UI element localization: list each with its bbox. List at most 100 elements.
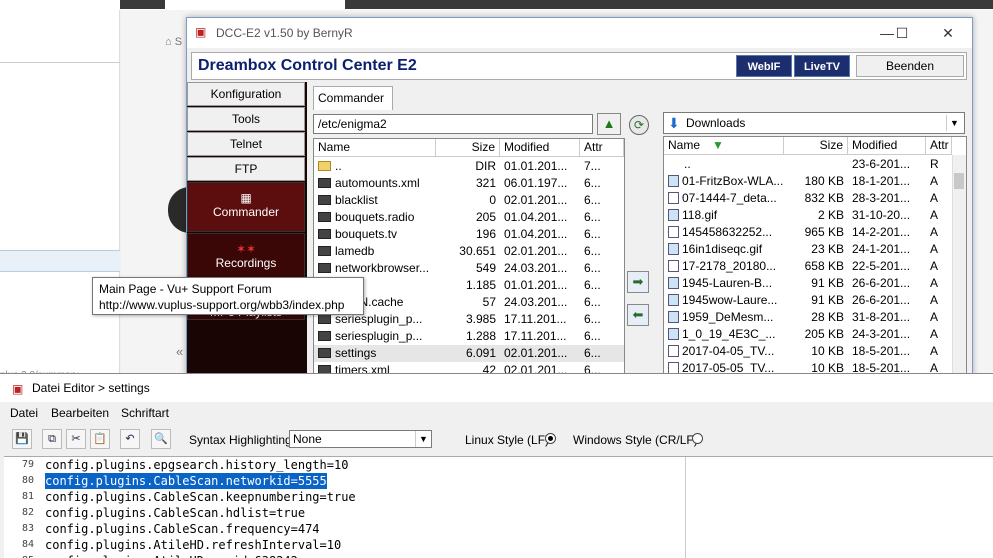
copy-left-button[interactable]: ⬅ (627, 304, 649, 326)
table-row[interactable]: 1_0_19_4E3C_... 205 KB 24-3-201... A (664, 326, 952, 343)
code-line[interactable]: 80 config.plugins.CableScan.networkid=555… (4, 473, 684, 489)
file-modified: 06.01.197... (504, 176, 568, 190)
file-size: 1.288 (465, 329, 496, 343)
lf-radio[interactable] (545, 433, 556, 444)
column-header-size[interactable]: Size (784, 137, 848, 155)
table-row[interactable]: automounts.xml 321 06.01.197... 6... (314, 175, 624, 192)
file-attr: A (930, 293, 939, 307)
file-size: 1.185 (465, 278, 496, 292)
table-row[interactable]: 1945wow-Laure... 91 KB 26-6-201... A (664, 292, 952, 309)
arrow-right-icon: ➡ (632, 274, 644, 289)
breadcrumb[interactable]: ⌂ S (165, 36, 182, 48)
image-file-icon (668, 328, 679, 340)
table-row[interactable]: 145458632252... 965 KB 14-2-201... A (664, 224, 952, 241)
code-line[interactable]: 85config.plugins.AtileHD.woeid=638242 (4, 553, 684, 558)
copy-icon[interactable]: ⧉ (42, 429, 62, 449)
right-folder-select[interactable]: ⬇ Downloads ▼ (663, 112, 965, 134)
table-row[interactable]: 16in1diseqc.gif 23 KB 24-1-201... A (664, 241, 952, 258)
image-file-icon (668, 209, 679, 221)
column-header-modified[interactable]: Modified (848, 137, 926, 155)
parent-folder-button[interactable]: ▲ (597, 113, 621, 135)
forum-highlight-row[interactable] (0, 250, 120, 272)
file-name: 01-FritzBox-WLA... (682, 174, 784, 188)
table-row[interactable]: seriesplugin_p... 1.288 17.11.201... 6... (314, 328, 624, 345)
table-row[interactable]: networkbrowser... 549 24.03.201... 6... (314, 260, 624, 277)
refresh-button[interactable]: ⟳ (629, 115, 649, 135)
code-line[interactable]: 79 config.plugins.epgsearch.history_lengt… (4, 457, 684, 473)
code-line[interactable]: 83 config.plugins.CableScan.frequency=474 (4, 521, 684, 537)
sidebar-item-konfiguration[interactable]: Konfiguration (187, 82, 305, 106)
file-name: 1_0_19_4E3C_... (682, 327, 776, 341)
cut-icon[interactable]: ✂ (66, 429, 86, 449)
exit-button[interactable]: Beenden (856, 55, 964, 77)
file-attr: A (930, 242, 939, 256)
line-text: config.plugins.AtileHD.woeid=638242 (45, 553, 298, 558)
table-row[interactable]: lamedb 30.651 02.01.201... 6... (314, 243, 624, 260)
file-name: 2017-04-05_TV... (682, 344, 775, 358)
tab-commander[interactable]: Commander (313, 86, 393, 110)
table-row[interactable]: 01-FritzBox-WLA... 180 KB 18-1-201... A (664, 173, 952, 190)
file-size: 196 (475, 227, 496, 241)
code-line[interactable]: 82 config.plugins.CableScan.hdlist=true (4, 505, 684, 521)
scrollbar-thumb[interactable] (954, 173, 964, 189)
left-path-field[interactable]: /etc/enigma2 (313, 114, 593, 134)
table-row[interactable]: settings 6.091 02.01.201... 6... (314, 345, 624, 362)
close-icon[interactable]: ✕ (933, 22, 963, 44)
line-text: config.plugins.epgsearch.history_length=… (45, 458, 349, 472)
table-row[interactable]: .. DIR 01.01.201... 7... (314, 158, 624, 175)
chevron-down-icon[interactable]: ▼ (415, 431, 431, 447)
copy-right-button[interactable]: ➡ (627, 271, 649, 293)
paste-icon[interactable]: 📋 (90, 429, 110, 449)
column-header-attr[interactable]: Attr (926, 137, 952, 155)
chevron-down-icon[interactable]: ▼ (946, 115, 962, 131)
column-header-name[interactable]: Name (314, 139, 436, 157)
table-row[interactable]: .. 23-6-201... R (664, 156, 952, 173)
sidebar-item-telnet[interactable]: Telnet (187, 132, 305, 156)
column-header-attr[interactable]: Attr (580, 139, 624, 157)
sidebar-item-commander[interactable]: ▦ Commander (187, 182, 305, 232)
column-header-size[interactable]: Size (436, 139, 500, 157)
menu-schriftart[interactable]: Schriftart (121, 406, 169, 420)
sidebar-item-tools[interactable]: Tools (187, 107, 305, 131)
browser-tab[interactable] (120, 0, 165, 9)
menu-datei[interactable]: Datei (10, 406, 38, 420)
file-attr: 6... (584, 261, 601, 275)
table-row[interactable]: 2017-04-05_TV... 10 KB 18-5-201... A (664, 343, 952, 360)
pdf-file-icon (668, 192, 679, 204)
table-row[interactable]: 17-2178_20180... 658 KB 22-5-201... A (664, 258, 952, 275)
column-header-label: Name (668, 138, 701, 152)
maximize-icon[interactable]: ☐ (887, 22, 917, 44)
column-header-name[interactable]: Name ▼ (664, 137, 784, 155)
undo-icon[interactable]: ↶ (120, 429, 140, 449)
table-row[interactable]: 07-1444-7_deta... 832 KB 28-3-201... A (664, 190, 952, 207)
webif-logo[interactable]: WebIF (736, 55, 792, 77)
search-icon[interactable]: 🔍 (151, 429, 171, 449)
code-line[interactable]: 84 config.plugins.AtileHD.refreshInterval… (4, 537, 684, 553)
menu-bearbeiten[interactable]: Bearbeiten (51, 406, 109, 420)
editor-text-area[interactable]: 79 config.plugins.epgsearch.history_lengt… (4, 456, 993, 558)
file-size: 180 KB (804, 174, 844, 188)
editor-title: Datei Editor > settings (32, 381, 150, 395)
sidebar-item-ftp[interactable]: FTP (187, 157, 305, 181)
forum-divider (0, 62, 120, 63)
left-file-list[interactable]: Name Size Modified Attr .. DIR 01.01.201..… (313, 138, 625, 378)
file-modified: 24.03.201... (504, 261, 568, 275)
livetv-logo[interactable]: LiveTV (794, 55, 850, 77)
table-row[interactable]: bouquets.radio 205 01.04.201... 6... (314, 209, 624, 226)
table-row[interactable]: 1959_DeMesm... 28 KB 31-8-201... A (664, 309, 952, 326)
crlf-radio[interactable] (692, 433, 703, 444)
line-number: 80 (22, 475, 35, 486)
nav-arrows[interactable]: « (176, 344, 183, 359)
table-row[interactable]: blacklist 0 02.01.201... 6... (314, 192, 624, 209)
save-icon[interactable]: 💾 (12, 429, 32, 449)
column-header-modified[interactable]: Modified (500, 139, 580, 157)
table-row[interactable]: bouquets.tv 196 01.04.201... 6... (314, 226, 624, 243)
dcc-app-icon: ▣ (12, 382, 24, 396)
syntax-select[interactable]: None ▼ (289, 430, 432, 448)
table-row[interactable]: 118.gif 2 KB 31-10-20... A (664, 207, 952, 224)
file-modified: 31-10-20... (852, 208, 911, 222)
sidebar-item-recordings[interactable]: ✶✶ Recordings (187, 233, 305, 283)
code-line[interactable]: 81 config.plugins.CableScan.keepnumbering… (4, 489, 684, 505)
right-file-list[interactable]: Name ▼ Size Modified Attr .. 23-6-201... R 0… (663, 136, 967, 378)
table-row[interactable]: 1945-Lauren-B... 91 KB 26-6-201... A (664, 275, 952, 292)
